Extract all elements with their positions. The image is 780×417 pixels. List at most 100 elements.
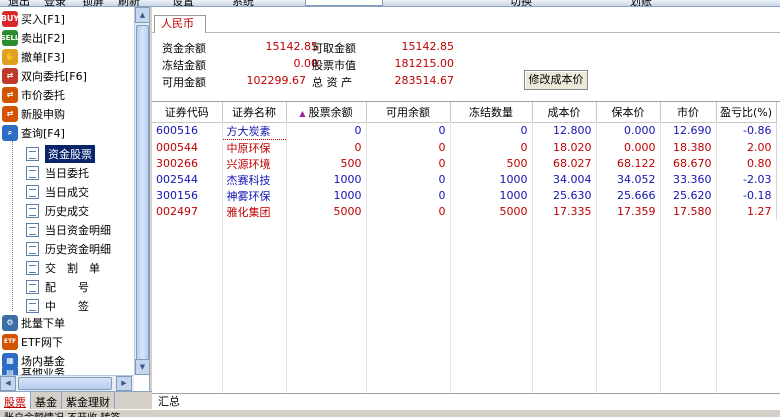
menu-item-exit[interactable]: 退出 [8, 0, 30, 6]
cell-breakeven: 17.359 [596, 203, 661, 220]
cell-pl: -0.18 [716, 187, 777, 204]
document-icon [26, 279, 39, 294]
sidebar-nav: BUY 买入[F1] SELL 卖出[F2] ✋ 撤单[F3] ⇄ 双向委托[F… [0, 7, 150, 391]
tab-wealth[interactable]: 紫金理财 [62, 392, 115, 409]
sidebar-subitem-settlement[interactable]: 交 割 单 [26, 258, 149, 277]
modify-cost-button[interactable]: 修改成本价 [524, 70, 588, 90]
column-divider [596, 122, 597, 394]
menu-item-transfer[interactable]: 划账 [630, 0, 652, 6]
table-row[interactable]: 300266 兴源环境 500 0 500 68.027 68.122 68.670 0.80 [152, 155, 777, 172]
cell-name: 杰赛科技 [222, 171, 287, 188]
table-row[interactable]: 000544 中原环保 0 0 0 18.020 0.000 18.380 2.00 [152, 139, 777, 156]
column-divider [716, 122, 717, 394]
col-header-available[interactable]: 可用余额 [366, 102, 451, 123]
col-header-balance[interactable]: ▲ 股票余额 [286, 102, 367, 123]
cell-pl: -2.03 [716, 171, 777, 188]
column-divider [660, 122, 661, 394]
sidebar-vertical-scrollbar[interactable]: ▲ ▼ [134, 7, 149, 375]
column-divider [450, 122, 451, 394]
balance-label: 资金余额 [162, 42, 206, 55]
scroll-right-arrow-icon[interactable]: ▶ [116, 376, 132, 391]
menu-item-login[interactable]: 登录 [44, 0, 66, 6]
col-header-cost[interactable]: 成本价 [532, 102, 597, 123]
cell-breakeven: 25.666 [596, 187, 661, 204]
sidebar-item-batch-order[interactable]: ⚙ 批量下单 [2, 313, 136, 332]
cell-cost: 12.800 [532, 122, 597, 139]
document-icon [26, 184, 39, 199]
cell-code: 002497 [152, 203, 223, 220]
sidebar-subitem-history-trades[interactable]: 历史成交 [26, 201, 149, 220]
sidebar-item-sell[interactable]: SELL 卖出[F2] [1, 28, 136, 47]
col-header-price[interactable]: 市价 [660, 102, 717, 123]
sidebar-subitem-funds-stocks[interactable]: 资金股票 [26, 144, 149, 163]
cell-frozen: 1000 [450, 171, 533, 188]
cell-price: 18.380 [660, 139, 717, 156]
table-row[interactable]: 600516 方大炭素 0 0 0 12.800 0.000 12.690 -0.86 [152, 121, 777, 140]
col-header-frozen[interactable]: 冻结数量 [450, 102, 533, 123]
sidebar-item-market-order[interactable]: ⇄ 市价委托 [2, 85, 136, 104]
sidebar-subitem-history-fund-detail[interactable]: 历史资金明细 [26, 239, 149, 258]
table-row[interactable]: 300156 神雾环保 1000 0 1000 25.630 25.666 25.620 -0.… [152, 187, 777, 204]
sidebar-subitem-today-trades[interactable]: 当日成交 [26, 182, 149, 201]
menu-item-switch[interactable]: 切换 [510, 0, 532, 6]
sidebar-subitem-today-orders[interactable]: 当日委托 [26, 163, 149, 182]
frozen-value: 0.00 [293, 57, 319, 70]
menu-item-system[interactable]: 系统 [232, 0, 254, 6]
column-divider [222, 122, 223, 394]
sidebar-item-ipo[interactable]: ⇄ 新股申购 [2, 104, 136, 123]
ipo-icon: ⇄ [2, 105, 18, 122]
withdrawable-value: 15142.85 [401, 40, 455, 53]
scroll-up-arrow-icon[interactable]: ▲ [135, 7, 149, 23]
tab-stocks[interactable]: 股票 [0, 392, 31, 409]
sidebar-item-dual-order[interactable]: ⇄ 双向委托[F6] [2, 66, 136, 85]
scroll-thumb[interactable] [136, 25, 149, 367]
total-assets-label: 总 资 产 [312, 76, 352, 89]
tree-connector [12, 141, 13, 311]
tab-rmb[interactable]: 人民币 [154, 15, 206, 33]
cell-pl: 0.80 [716, 155, 777, 172]
account-summary: 资金余额 15142.85 可取金额 15142.85 冻结金额 0.00 股票… [152, 34, 780, 100]
menu-item-lock[interactable]: 锁屏 [82, 0, 104, 6]
withdrawable-label: 可取金额 [312, 42, 356, 55]
cell-name: 雅化集团 [222, 203, 287, 220]
cell-price: 17.580 [660, 203, 717, 220]
sidebar-item-etf[interactable]: ETF ETF网下 [2, 332, 136, 351]
scroll-left-arrow-icon[interactable]: ◀ [0, 376, 16, 391]
scroll-down-arrow-icon[interactable]: ▼ [135, 359, 149, 375]
hscroll-thumb[interactable] [18, 377, 112, 390]
cell-name: 神雾环保 [222, 187, 287, 204]
table-row[interactable]: 002497 雅化集团 5000 0 5000 17.335 17.359 17.580 1.2… [152, 203, 777, 220]
sidebar-horizontal-scrollbar[interactable]: ◀ ▶ [0, 375, 134, 391]
sidebar-item-buy[interactable]: BUY 买入[F1] [1, 9, 136, 28]
cell-balance: 0 [286, 139, 367, 156]
column-divider [366, 122, 367, 394]
sort-asc-icon: ▲ [299, 108, 306, 118]
main-panel: 人民币 资金余额 15142.85 可取金额 15142.85 冻结金额 0.0… [152, 7, 780, 409]
col-header-breakeven[interactable]: 保本价 [596, 102, 661, 123]
status-bar: 账户余额情况 不开收 转签 [0, 409, 780, 417]
total-label: 汇总 [158, 395, 180, 408]
cell-available: 0 [366, 139, 451, 156]
cancel-order-icon: ✋ [2, 48, 18, 65]
col-header-name[interactable]: 证券名称 [222, 102, 287, 123]
sidebar-subitem-allotment[interactable]: 配 号 [26, 277, 149, 296]
col-header-code[interactable]: 证券代码 [152, 102, 223, 123]
menu-item-settings[interactable]: 设置 [172, 0, 194, 6]
sidebar-item-query[interactable]: ⌕ 查询[F4] [2, 123, 136, 142]
menu-item-refresh[interactable]: 刷新 [118, 0, 140, 6]
balance-value: 15142.85 [265, 40, 319, 53]
tab-funds[interactable]: 基金 [31, 392, 62, 409]
frozen-label: 冻结金额 [162, 59, 206, 72]
cell-code: 300156 [152, 187, 223, 204]
stock-code-input[interactable] [305, 0, 383, 6]
cell-breakeven: 68.122 [596, 155, 661, 172]
cell-balance: 1000 [286, 187, 367, 204]
cell-name: 中原环保 [222, 139, 287, 156]
cell-available: 0 [366, 155, 451, 172]
dual-order-icon: ⇄ [2, 67, 18, 84]
column-divider [286, 122, 287, 394]
col-header-pl[interactable]: 盈亏比(%) [716, 102, 777, 123]
sidebar-item-cancel-order[interactable]: ✋ 撤单[F3] [2, 47, 136, 66]
sidebar-subitem-today-fund-detail[interactable]: 当日资金明细 [26, 220, 149, 239]
table-row[interactable]: 002544 杰赛科技 1000 0 1000 34.004 34.052 33.360 -2.… [152, 171, 777, 188]
